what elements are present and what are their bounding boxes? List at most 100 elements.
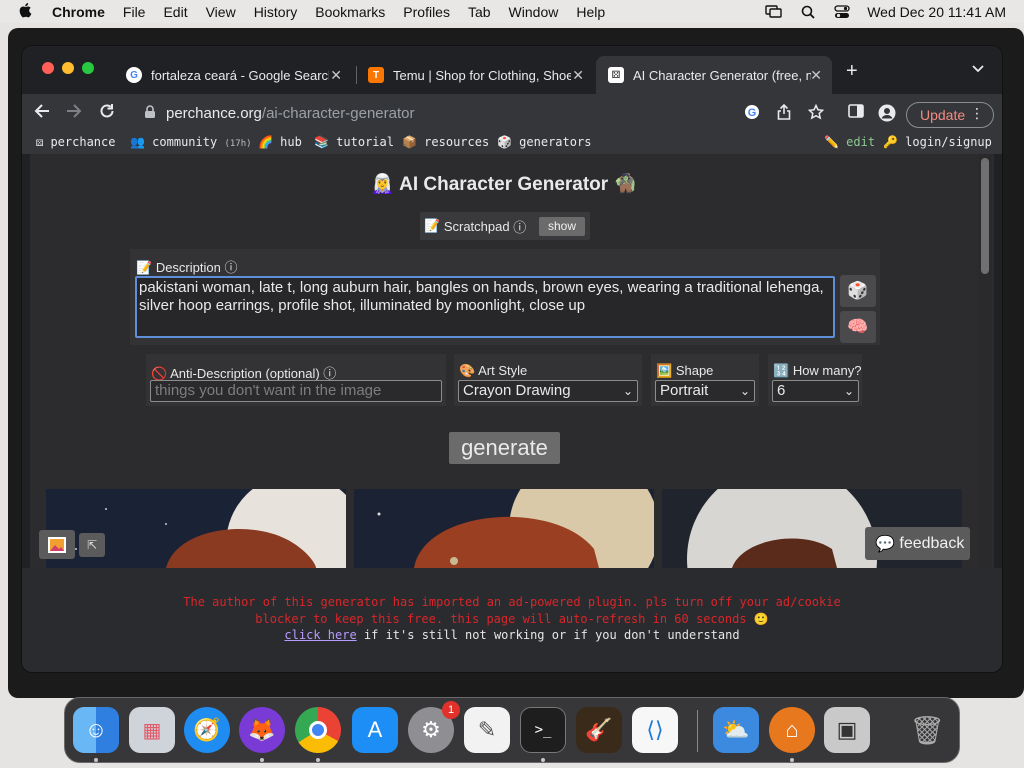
- share-icon[interactable]: [777, 103, 791, 124]
- chrome-icon[interactable]: [295, 707, 341, 753]
- nav-tutorial-link[interactable]: 📚 tutorial: [314, 135, 394, 149]
- close-tab-icon[interactable]: ✕: [330, 67, 342, 84]
- launchpad-icon[interactable]: ▦: [129, 707, 175, 753]
- menu-tab[interactable]: Tab: [468, 4, 491, 20]
- expand-arrow-icon[interactable]: ⇱: [79, 533, 105, 557]
- gallery-button[interactable]: [39, 530, 75, 559]
- nav-hub-link[interactable]: 🌈 hub: [258, 135, 302, 149]
- menu-help[interactable]: Help: [576, 4, 605, 20]
- minimize-window-button[interactable]: [62, 62, 74, 74]
- anti-description-input[interactable]: things you don't want in the image: [150, 380, 442, 402]
- community-badge: (17h): [224, 139, 252, 149]
- ad-notice-line-3-text: if it's still not working or if you don'…: [356, 628, 740, 642]
- randomize-dice-button[interactable]: 🎲: [840, 275, 876, 307]
- trash-icon[interactable]: 🗑: [904, 707, 950, 753]
- finder-icon[interactable]: ☺: [73, 707, 119, 753]
- zoom-window-button[interactable]: [82, 62, 94, 74]
- profile-avatar-icon[interactable]: [878, 104, 896, 126]
- nav-community-link[interactable]: 👥 community (17h): [130, 135, 252, 149]
- menubar-clock[interactable]: Wed Dec 20 11:41 AM: [867, 4, 1006, 20]
- nav-edit-link[interactable]: ✏️ edit: [824, 135, 875, 149]
- vscode-icon[interactable]: ⟨⟩: [632, 707, 678, 753]
- chrome-menu-icon[interactable]: ⋮: [970, 105, 984, 122]
- info-icon[interactable]: ⓘ: [323, 366, 336, 381]
- chrome-window: G fortaleza ceará - Google Search ✕ T Te…: [22, 46, 1002, 672]
- shape-select[interactable]: Portrait ⌄: [655, 380, 755, 402]
- menu-app-name[interactable]: Chrome: [52, 4, 105, 20]
- terminal-icon[interactable]: >_: [520, 707, 566, 753]
- menu-file[interactable]: File: [123, 4, 146, 20]
- instruments-icon[interactable]: ⌂: [769, 707, 815, 753]
- page-scrollbar[interactable]: [978, 154, 992, 568]
- garageband-icon[interactable]: 🎸: [576, 707, 622, 753]
- anti-description-label: Anti-Description (optional): [170, 366, 320, 381]
- feedback-button[interactable]: 💬 feedback: [865, 527, 970, 560]
- app-store-icon[interactable]: A: [352, 707, 398, 753]
- reload-icon[interactable]: [99, 103, 115, 124]
- dice-icon: 🎲: [847, 281, 869, 300]
- spotlight-search-icon[interactable]: [799, 5, 817, 19]
- ad-notice-line-1: The author of this generator has importe…: [183, 595, 841, 609]
- info-icon[interactable]: ⓘ: [513, 217, 526, 236]
- how-many-select[interactable]: 6 ⌄: [772, 380, 859, 402]
- menu-view[interactable]: View: [206, 4, 236, 20]
- nav-perchance-link[interactable]: ⚄ perchance: [36, 135, 115, 149]
- click-here-link[interactable]: click here: [284, 628, 356, 642]
- generate-button[interactable]: generate: [449, 432, 560, 464]
- back-arrow-icon[interactable]: [34, 103, 50, 124]
- textedit-icon[interactable]: ✎: [464, 707, 510, 753]
- side-panel-icon[interactable]: [848, 104, 864, 122]
- close-window-button[interactable]: [42, 62, 54, 74]
- description-textarea[interactable]: pakistani woman, late t, long auburn hai…: [135, 276, 835, 338]
- tab-search-chevron-icon[interactable]: [972, 62, 984, 76]
- ad-notice-line-3: click here if it's still not working or …: [22, 628, 1002, 642]
- menu-profiles[interactable]: Profiles: [403, 4, 450, 20]
- safari-icon[interactable]: 🧭: [184, 707, 230, 753]
- site-info-lock-icon[interactable]: [144, 104, 158, 122]
- scratchpad-show-button[interactable]: show: [539, 217, 585, 236]
- screen-mirroring-icon[interactable]: [765, 4, 783, 19]
- menu-edit[interactable]: Edit: [163, 4, 187, 20]
- weather-icon[interactable]: ⛅: [713, 707, 759, 753]
- page-title-text: AI Character Generator: [399, 174, 609, 195]
- tab-title: Temu | Shop for Clothing, Shoes: [393, 67, 571, 83]
- bookmark-star-icon[interactable]: [807, 103, 825, 124]
- firefox-icon[interactable]: 🦊: [239, 707, 285, 753]
- tab-temu[interactable]: T Temu | Shop for Clothing, Shoes ✕: [356, 56, 594, 94]
- running-indicator: [316, 758, 320, 762]
- info-icon[interactable]: ⓘ: [224, 260, 237, 275]
- scrollbar-thumb[interactable]: [981, 158, 989, 274]
- close-tab-icon[interactable]: ✕: [810, 67, 822, 84]
- nav-hub-label: hub: [280, 135, 302, 149]
- notification-badge: 1: [442, 701, 460, 719]
- address-bar[interactable]: perchance.org/ai-character-generator: [136, 98, 766, 128]
- menu-bookmarks[interactable]: Bookmarks: [315, 4, 385, 20]
- enhance-brain-button[interactable]: 🧠: [840, 311, 876, 343]
- close-tab-icon[interactable]: ✕: [572, 67, 584, 84]
- new-tab-icon[interactable]: +: [846, 60, 858, 83]
- control-center-icon[interactable]: [833, 4, 851, 19]
- google-lens-icon[interactable]: G: [744, 104, 760, 124]
- system-settings-icon[interactable]: ⚙ 1: [408, 701, 460, 753]
- browser-toolbar: perchance.org/ai-character-generator G U…: [22, 94, 1002, 132]
- nav-login-link[interactable]: 🔑 login/signup: [883, 135, 992, 149]
- tab-google-search[interactable]: G fortaleza ceará - Google Search ✕: [114, 56, 352, 94]
- forward-arrow-icon[interactable]: [66, 103, 82, 124]
- nav-login-label: login/signup: [905, 135, 992, 149]
- update-chrome-button[interactable]: Update ⋮: [906, 102, 994, 128]
- nav-resources-link[interactable]: 📦 resources: [402, 135, 489, 149]
- menu-history[interactable]: History: [254, 4, 298, 20]
- menu-window[interactable]: Window: [509, 4, 559, 20]
- art-style-label: Art Style: [478, 363, 528, 378]
- tab-ai-character-generator[interactable]: ⚄ AI Character Generator (free, no ✕: [596, 56, 832, 94]
- preview-icon[interactable]: ▣: [824, 707, 870, 753]
- shape-panel: 🖼️ Shape Portrait ⌄: [651, 354, 759, 406]
- feedback-label: feedback: [899, 534, 965, 552]
- apple-menu-icon[interactable]: [18, 2, 36, 22]
- generated-image-2[interactable]: [354, 489, 654, 568]
- nav-generators-link[interactable]: 🎲 generators: [497, 135, 591, 149]
- art-style-select[interactable]: Crayon Drawing ⌄: [458, 380, 638, 402]
- perchance-favicon-icon: ⚄: [608, 67, 624, 83]
- update-label: Update: [920, 107, 966, 123]
- running-indicator: [790, 758, 794, 762]
